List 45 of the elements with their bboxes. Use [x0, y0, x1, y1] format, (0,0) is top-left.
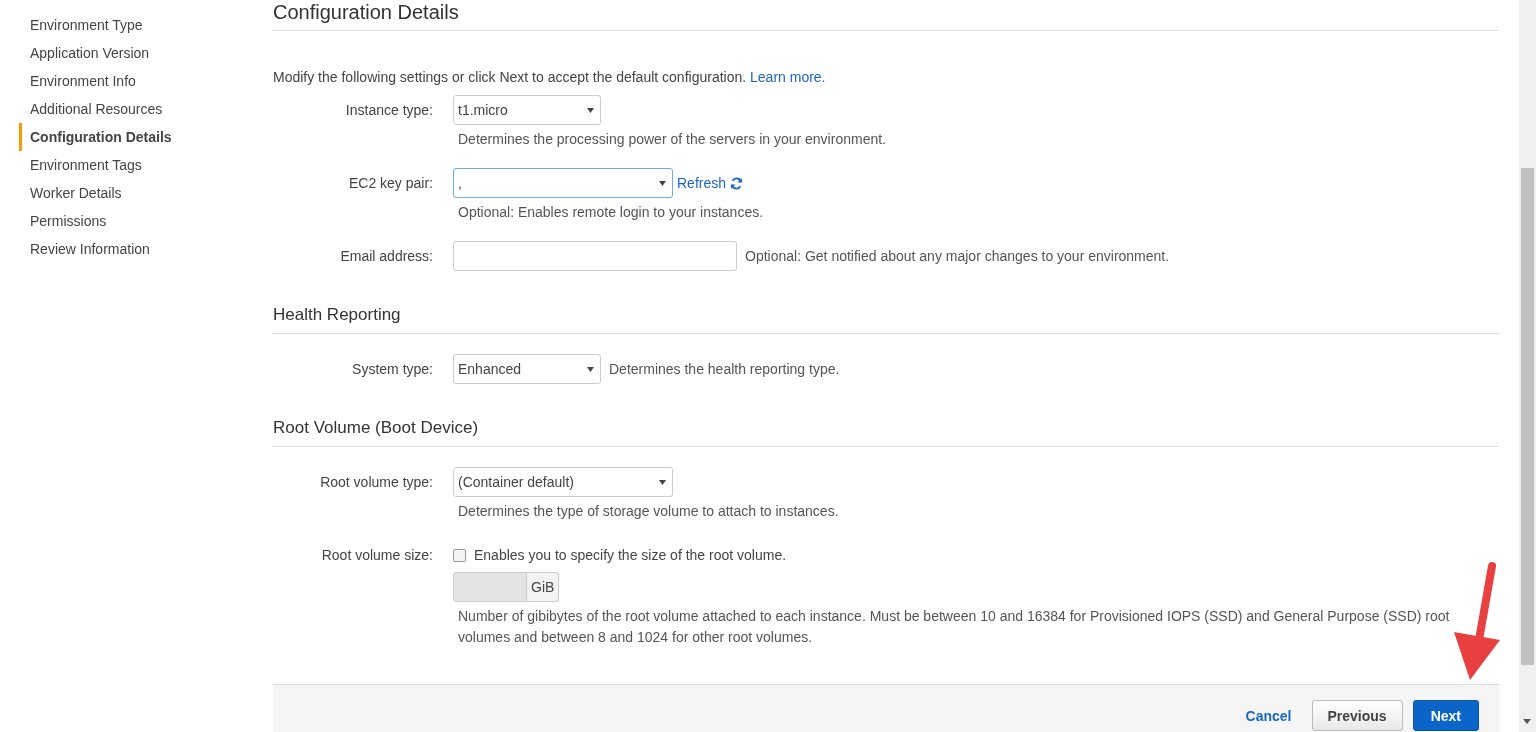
- previous-button[interactable]: Previous: [1311, 700, 1403, 731]
- sidebar-item[interactable]: Worker Details: [19, 179, 273, 207]
- email-input[interactable]: [453, 241, 737, 271]
- dropdown-select[interactable]: (Container default): [453, 467, 673, 497]
- intro-text: Modify the following settings or click Next to accept the default configuration. Learn more.: [273, 69, 827, 85]
- dropdown-select[interactable]: t1.micro: [453, 95, 601, 125]
- page-title: Configuration Details: [273, 0, 1499, 31]
- help-text: Number of gibibytes of the root volume attached to each instance. Must be between 10 and 16384 for Provisioned IOPS (SSD) and General Purpose (SSD) root volumes and between 8 and 1024 for other root volumes.: [457, 607, 1451, 647]
- scroll-down-icon[interactable]: [1523, 719, 1531, 724]
- field-label: EC2 key pair:: [347, 174, 434, 193]
- dropdown-select[interactable]: Enhanced: [453, 354, 601, 384]
- sidebar-item[interactable]: Application Version: [19, 39, 273, 67]
- cancel-link[interactable]: Cancel: [1245, 707, 1292, 724]
- field-label: Root volume type:: [319, 473, 434, 492]
- help-text: Determines the type of storage volume to attach to instances.: [457, 502, 840, 521]
- sidebar-item[interactable]: Review Information: [19, 235, 273, 263]
- section-heading: Root Volume (Boot Device): [273, 404, 1499, 447]
- sidebar-item[interactable]: Additional Resources: [19, 95, 273, 123]
- scrollbar[interactable]: [1519, 0, 1536, 732]
- help-text: Determines the health reporting type.: [609, 361, 840, 377]
- field-label: Root volume size:: [320, 546, 434, 565]
- sidebar-item[interactable]: Configuration Details: [19, 123, 273, 151]
- sidebar-item[interactable]: Environment Info: [19, 67, 273, 95]
- caret-icon: [659, 479, 666, 485]
- checkbox-label: Enables you to specify the size of the root volume.: [474, 547, 787, 563]
- refresh-icon[interactable]: [730, 176, 744, 190]
- dropdown-select[interactable]: ,: [453, 168, 673, 198]
- sidebar-item[interactable]: Environment Tags: [19, 151, 273, 179]
- field-label: Email address:: [339, 247, 434, 266]
- caret-icon: [659, 180, 666, 186]
- unit-label: GiB: [527, 572, 560, 602]
- help-text: Determines the processing power of the servers in your environment.: [457, 130, 887, 149]
- sidebar-item[interactable]: Environment Type: [19, 11, 273, 39]
- refresh-link[interactable]: Refresh: [677, 175, 727, 191]
- field-label: System type:: [351, 360, 434, 379]
- next-button[interactable]: Next: [1412, 700, 1479, 731]
- learn-more-link[interactable]: Learn more.: [750, 69, 826, 85]
- scrollbar-thumb[interactable]: [1521, 168, 1534, 665]
- field-label: Instance type:: [344, 101, 434, 120]
- sidebar-item[interactable]: Permissions: [19, 207, 273, 235]
- caret-icon: [587, 107, 594, 113]
- caret-icon: [587, 366, 594, 372]
- help-text: Optional: Get notified about any major changes to your environment.: [745, 248, 1170, 264]
- section-heading: Health Reporting: [273, 291, 1499, 334]
- help-text: Optional: Enables remote login to your instances.: [457, 203, 765, 222]
